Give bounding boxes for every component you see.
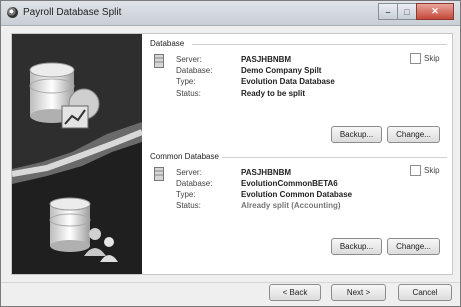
window-controls: – □ ✕ — [378, 3, 454, 20]
type-label: Type: — [176, 77, 196, 86]
database-group-label: Database — [150, 39, 185, 48]
common-type-value: Evolution Common Database — [241, 190, 353, 199]
common-group-divider — [222, 157, 447, 158]
common-database-label: Database: — [176, 179, 213, 188]
cancel-button[interactable]: Cancel — [398, 284, 452, 301]
database-label: Database: — [176, 66, 213, 75]
checkbox-box[interactable] — [410, 53, 421, 64]
back-button[interactable]: < Back — [269, 284, 321, 301]
close-button[interactable]: ✕ — [416, 3, 454, 20]
server-icon — [154, 54, 164, 68]
common-type-label: Type: — [176, 190, 196, 199]
status-label: Status: — [176, 89, 201, 98]
common-database-group-label: Common Database — [150, 152, 219, 161]
skip-label: Skip — [424, 166, 440, 175]
server-label: Server: — [176, 55, 202, 64]
type-value: Evolution Data Database — [241, 77, 335, 86]
common-server-value: PASJHBNBM — [241, 168, 292, 177]
common-server-icon — [154, 167, 164, 181]
database-skip-checkbox[interactable]: Skip — [410, 53, 440, 64]
database-change-button[interactable]: Change... — [387, 126, 440, 143]
database-illustration — [12, 34, 142, 274]
common-database-value: EvolutionCommonBETA6 — [241, 179, 338, 188]
database-group-divider — [192, 44, 447, 45]
maximize-button[interactable]: □ — [397, 3, 416, 20]
status-value: Ready to be split — [241, 89, 306, 98]
common-skip-checkbox[interactable]: Skip — [410, 165, 440, 176]
app-icon — [7, 7, 18, 18]
footer-divider — [1, 282, 460, 283]
common-database-cylinder-icon — [49, 197, 91, 252]
next-button[interactable]: Next > — [331, 284, 386, 301]
database-value: Demo Company Spilt — [241, 66, 322, 75]
title-bar[interactable]: Payroll Database Split – □ ✕ — [1, 1, 460, 26]
window-title: Payroll Database Split — [23, 7, 122, 18]
checkbox-box[interactable] — [410, 165, 421, 176]
content-panel: Database Server: PASJHBNBM Database: Dem… — [11, 33, 453, 275]
skip-label: Skip — [424, 54, 440, 63]
common-change-button[interactable]: Change... — [387, 238, 440, 255]
minimize-button[interactable]: – — [378, 3, 397, 20]
common-status-value: Already split (Accounting) — [241, 201, 341, 210]
common-status-label: Status: — [176, 201, 201, 210]
common-server-label: Server: — [176, 168, 202, 177]
wizard-window: Payroll Database Split – □ ✕ Database Se… — [0, 0, 461, 307]
server-value: PASJHBNBM — [241, 55, 292, 64]
common-backup-button[interactable]: Backup... — [331, 238, 382, 255]
database-backup-button[interactable]: Backup... — [331, 126, 382, 143]
